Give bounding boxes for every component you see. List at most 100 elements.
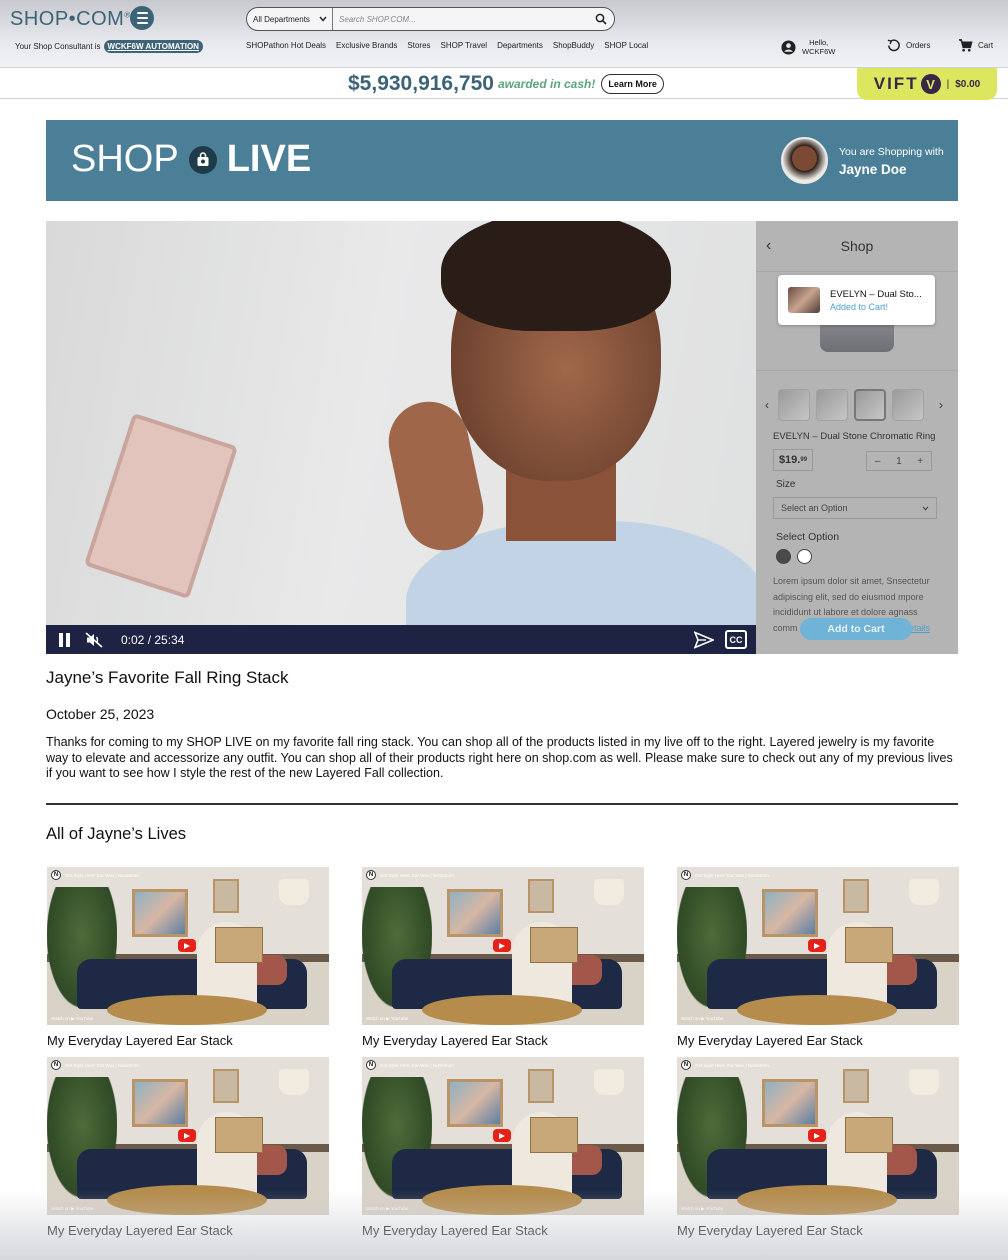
thumbnail-wall-art [528, 879, 554, 913]
thumbnail-wall-art [447, 889, 503, 937]
live-card-title[interactable]: My Everyday Layered Ear Stack [677, 1033, 959, 1048]
nav-shop-local[interactable]: SHOP Local [604, 41, 648, 50]
search-icon[interactable] [592, 10, 610, 28]
thumbnail-box [530, 1117, 578, 1153]
thumbnail-lamp [909, 1069, 939, 1095]
thumbnail-wall-art [213, 1069, 239, 1103]
add-to-cart-button[interactable]: Add to Cart [800, 618, 912, 640]
select-option-label: Select Option [776, 531, 840, 543]
live-card[interactable]: N Get Style Here: Ear Wax | Nordstrom Watc… [47, 867, 329, 1048]
product-thumbnail[interactable] [892, 389, 924, 421]
learn-more-button[interactable]: Learn More [601, 74, 664, 94]
live-card-title[interactable]: My Everyday Layered Ear Stack [677, 1223, 959, 1238]
consultant-name-link[interactable]: WCKF6W AUTOMATION [103, 40, 203, 53]
thumbnail-lamp [909, 879, 939, 905]
live-video-thumbnail[interactable]: N Get Style Here: Ear Wax | Nordstrom Watc… [677, 1057, 959, 1215]
watch-on-youtube-link[interactable]: Watch on ▶ YouTube [366, 1016, 408, 1022]
vift-v-icon: V [920, 74, 941, 94]
live-card[interactable]: N Get Style Here: Ear Wax | Nordstrom Watc… [362, 1057, 644, 1238]
live-card-title[interactable]: My Everyday Layered Ear Stack [362, 1223, 644, 1238]
live-card[interactable]: N Get Style Here: Ear Wax | Nordstrom Watc… [362, 867, 644, 1048]
thumbnails-next-icon[interactable]: › [930, 398, 952, 412]
color-swatch-dark[interactable] [776, 549, 791, 564]
youtube-play-icon[interactable] [178, 1129, 196, 1142]
live-video-player[interactable]: 0:02 / 25:34 CC [46, 221, 756, 654]
watch-on-youtube-link[interactable]: Watch on ▶ YouTube [366, 1206, 408, 1212]
watch-on-youtube-link[interactable]: Watch on ▶ YouTube [681, 1206, 723, 1212]
quantity-value[interactable]: 1 [896, 456, 902, 467]
live-card-title[interactable]: My Everyday Layered Ear Stack [362, 1033, 644, 1048]
product-thumbnail[interactable] [816, 389, 848, 421]
thumbnails-prev-icon[interactable]: ‹ [756, 398, 778, 412]
nav-shopbuddy[interactable]: ShopBuddy [553, 41, 594, 50]
nav-departments[interactable]: Departments [497, 41, 543, 50]
shop-panel-title: Shop [840, 238, 874, 254]
product-thumbnail[interactable] [854, 389, 886, 421]
nav-shop-travel[interactable]: SHOP Travel [441, 41, 488, 50]
thumbnail-table [107, 1185, 267, 1215]
thumbnail-box [530, 927, 578, 963]
live-title: Jayne’s Favorite Fall Ring Stack [46, 668, 289, 687]
closed-captions-icon[interactable]: CC [725, 630, 747, 649]
shop-com-logo[interactable]: SHOP•COM® [10, 8, 131, 31]
youtube-channel-icon: N [366, 870, 376, 880]
youtube-channel-icon: N [681, 870, 691, 880]
youtube-play-icon[interactable] [493, 1129, 511, 1142]
search-input[interactable]: Search SHOP.COM... [333, 15, 592, 24]
youtube-video-title: Get Style Here: Ear Wax | Nordstrom [380, 1062, 454, 1068]
watch-on-youtube-link[interactable]: Watch on ▶ YouTube [51, 1016, 93, 1022]
orders-link[interactable]: Orders [886, 38, 930, 53]
details-link[interactable]: etails [909, 623, 930, 633]
department-select[interactable]: All Departments [247, 8, 333, 30]
account-menu[interactable]: Hello, WCKF6W [781, 38, 835, 56]
pause-icon[interactable] [59, 632, 71, 647]
nav-exclusive-brands[interactable]: Exclusive Brands [336, 41, 397, 50]
account-greeting-line1: Hello, [809, 38, 829, 47]
nav-shopathon-hot-deals[interactable]: SHOPathon Hot Deals [246, 41, 326, 50]
product-thumbnail[interactable] [778, 389, 810, 421]
live-card-title[interactable]: My Everyday Layered Ear Stack [47, 1223, 329, 1238]
youtube-video-title: Get Style Here: Ear Wax | Nordstrom [65, 872, 139, 878]
muted-speaker-icon[interactable] [85, 631, 103, 648]
menu-icon[interactable] [130, 6, 154, 30]
live-video-thumbnail[interactable]: N Get Style Here: Ear Wax | Nordstrom Watc… [47, 867, 329, 1025]
youtube-video-title: Get Style Here: Ear Wax | Nordstrom [380, 872, 454, 878]
live-card[interactable]: N Get Style Here: Ear Wax | Nordstrom Watc… [677, 1057, 959, 1238]
live-video-thumbnail[interactable]: N Get Style Here: Ear Wax | Nordstrom Watc… [362, 867, 644, 1025]
live-card-title[interactable]: My Everyday Layered Ear Stack [47, 1033, 329, 1048]
vift-wallet[interactable]: VIFT V | $0.00 [857, 68, 997, 100]
youtube-play-icon[interactable] [178, 939, 196, 952]
live-video-thumbnail[interactable]: N Get Style Here: Ear Wax | Nordstrom Watc… [47, 1057, 329, 1215]
product-price: $19. 99 [773, 449, 813, 471]
main-nav: SHOPathon Hot Deals Exclusive Brands Sto… [246, 41, 648, 50]
thumbnail-wall-art [132, 1079, 188, 1127]
size-select[interactable]: Select an Option [773, 497, 937, 519]
live-video-thumbnail[interactable]: N Get Style Here: Ear Wax | Nordstrom Watc… [362, 1057, 644, 1215]
added-to-cart-toast: EVELYN – Dual Sto... Added to Cart! [778, 275, 935, 325]
color-swatch-light[interactable] [797, 549, 812, 564]
youtube-play-icon[interactable] [493, 939, 511, 952]
chevron-down-icon [319, 16, 327, 22]
size-select-placeholder: Select an Option [781, 503, 848, 513]
watch-on-youtube-link[interactable]: Watch on ▶ YouTube [681, 1016, 723, 1022]
send-icon[interactable] [694, 631, 714, 649]
youtube-title-bar: N Get Style Here: Ear Wax | Nordstrom [366, 1060, 454, 1070]
search-bar: All Departments Search SHOP.COM... [246, 7, 615, 31]
live-card[interactable]: N Get Style Here: Ear Wax | Nordstrom Watc… [677, 867, 959, 1048]
youtube-play-icon[interactable] [808, 939, 826, 952]
section-divider [46, 803, 958, 805]
watch-on-youtube-link[interactable]: Watch on ▶ YouTube [51, 1206, 93, 1212]
award-text: awarded in cash! [497, 77, 596, 91]
live-video-thumbnail[interactable]: N Get Style Here: Ear Wax | Nordstrom Watc… [677, 867, 959, 1025]
quantity-increase-button[interactable]: + [917, 456, 923, 467]
price-cents: 99 [800, 457, 808, 463]
live-card[interactable]: N Get Style Here: Ear Wax | Nordstrom Watc… [47, 1057, 329, 1238]
host-info: You are Shopping with Jayne Doe [839, 146, 944, 177]
vift-separator: | [946, 78, 950, 90]
nav-stores[interactable]: Stores [407, 41, 430, 50]
quantity-decrease-button[interactable]: – [875, 456, 881, 467]
cart-link[interactable]: Cart [958, 38, 993, 53]
video-timestamp: 0:02 / 25:34 [121, 632, 185, 647]
youtube-channel-icon: N [681, 1060, 691, 1070]
youtube-play-icon[interactable] [808, 1129, 826, 1142]
